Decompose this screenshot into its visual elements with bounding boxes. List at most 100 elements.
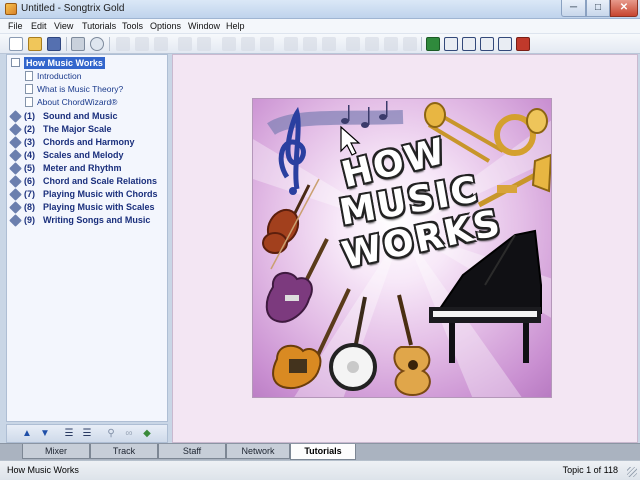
tutorial-score-icon[interactable] — [498, 37, 512, 51]
menu-window[interactable]: Window — [188, 21, 220, 31]
tree-chapter-7[interactable]: (7) Playing Music with Chords — [7, 188, 167, 201]
print-preview-icon[interactable] — [90, 37, 104, 51]
tutorial-list-icon[interactable] — [444, 37, 458, 51]
chapter-icon — [9, 201, 22, 214]
tree-chapter-4[interactable]: (4) Scales and Melody — [7, 149, 167, 162]
chords-icon[interactable] — [346, 37, 360, 51]
tree-nav-strip: ▲ ▼ ☰ ☰ ⚲ ∞ ◆ — [6, 424, 168, 443]
tutorial-tree[interactable]: How Music Works Introduction What is Mus… — [6, 54, 168, 422]
tutorial-scales-icon[interactable] — [516, 37, 530, 51]
maximize-button[interactable]: □ — [586, 0, 610, 17]
tree-page-label: Introduction — [37, 71, 82, 81]
menu-options[interactable]: Options — [150, 21, 181, 31]
title-bar: Untitled - Songtrix Gold ─ □ ✕ — [0, 0, 640, 19]
chapter-number: (7) — [24, 189, 35, 199]
chapter-number: (4) — [24, 150, 35, 160]
expand-icon[interactable]: ☰ — [81, 428, 93, 440]
new-icon[interactable] — [9, 37, 23, 51]
page-icon — [25, 71, 33, 81]
view-grid-icon[interactable] — [303, 37, 317, 51]
bookmark-icon[interactable]: ◆ — [141, 428, 153, 440]
open-icon[interactable] — [28, 37, 42, 51]
metronome-icon[interactable] — [260, 37, 274, 51]
tree-chapter-6[interactable]: (6) Chord and Scale Relations — [7, 175, 167, 188]
toolbar-separator — [421, 37, 422, 51]
record-icon[interactable] — [241, 37, 255, 51]
tree-chapter-1[interactable]: (1) Sound and Music — [7, 110, 167, 123]
resize-grip[interactable] — [627, 467, 637, 477]
chapter-number: (9) — [24, 215, 35, 225]
tree-page-music-theory[interactable]: What is Music Theory? — [7, 83, 167, 95]
tree-root[interactable]: How Music Works — [7, 57, 167, 69]
chapter-number: (5) — [24, 163, 35, 173]
collapse-icon[interactable]: ☰ — [63, 428, 75, 440]
tree-page-about[interactable]: About ChordWizard® — [7, 96, 167, 108]
status-topic-count: Topic 1 of 118 — [562, 465, 618, 475]
menu-edit[interactable]: Edit — [31, 21, 47, 31]
cover-image: HOW MUSIC WORKS — [252, 98, 552, 398]
tree-chapter-8[interactable]: (8) Playing Music with Scales — [7, 201, 167, 214]
copy-icon[interactable] — [135, 37, 149, 51]
play-icon[interactable] — [222, 37, 236, 51]
chapter-number: (3) — [24, 137, 35, 147]
tree-root-label: How Music Works — [24, 57, 105, 69]
tree-chapter-2[interactable]: (2) The Major Scale — [7, 123, 167, 136]
search-icon[interactable]: ⚲ — [105, 428, 117, 440]
track-icon[interactable] — [365, 37, 379, 51]
view-score-icon[interactable] — [284, 37, 298, 51]
chapter-number: (8) — [24, 202, 35, 212]
print-icon[interactable] — [71, 37, 85, 51]
chapter-icon — [9, 162, 22, 175]
tree-page-label: What is Music Theory? — [37, 84, 124, 94]
minimize-button[interactable]: ─ — [561, 0, 586, 17]
tutorial-home-icon[interactable] — [426, 37, 440, 51]
chapter-icon — [9, 214, 22, 227]
menu-tutorials[interactable]: Tutorials — [82, 21, 116, 31]
tab-track[interactable]: Track — [90, 444, 158, 459]
menu-help[interactable]: Help — [226, 21, 245, 31]
toolbar — [0, 34, 640, 54]
tree-chapter-5[interactable]: (5) Meter and Rhythm — [7, 162, 167, 175]
toolbar-separator — [66, 37, 67, 51]
app-icon[interactable] — [5, 3, 17, 15]
chapter-label: Meter and Rhythm — [43, 163, 122, 173]
tutorial-content: HOW MUSIC WORKS — [172, 54, 638, 443]
tab-tutorials[interactable]: Tutorials — [290, 444, 356, 460]
chapter-icon — [9, 149, 22, 162]
lock-icon[interactable] — [403, 37, 417, 51]
tab-network[interactable]: Network — [226, 444, 290, 459]
view-tabs: Mixer Track Staff Network Tutorials — [0, 443, 640, 460]
save-icon[interactable] — [47, 37, 61, 51]
scales-icon[interactable] — [384, 37, 398, 51]
book-icon — [11, 58, 20, 67]
status-bar: How Music Works Topic 1 of 118 — [0, 460, 640, 480]
link-icon[interactable]: ∞ — [123, 428, 135, 440]
menu-tools[interactable]: Tools — [122, 21, 143, 31]
tree-chapter-3[interactable]: (3) Chords and Harmony — [7, 136, 167, 149]
notes-icon[interactable] — [322, 37, 336, 51]
menu-file[interactable]: File — [8, 21, 23, 31]
tab-mixer[interactable]: Mixer — [22, 444, 90, 459]
chapter-icon — [9, 175, 22, 188]
tree-chapter-9[interactable]: (9) Writing Songs and Music — [7, 214, 167, 227]
acoustic-guitar-icon — [393, 294, 431, 397]
window-title: Untitled - Songtrix Gold — [21, 3, 125, 14]
chapter-label: Chord and Scale Relations — [43, 176, 158, 186]
tutorial-music-icon[interactable] — [480, 37, 494, 51]
cut-icon[interactable] — [116, 37, 130, 51]
arrow-up-icon[interactable]: ▲ — [21, 428, 33, 440]
menu-view[interactable]: View — [54, 21, 73, 31]
undo-icon[interactable] — [178, 37, 192, 51]
tab-staff[interactable]: Staff — [158, 444, 226, 459]
page-icon — [25, 84, 33, 94]
chapter-label: Chords and Harmony — [43, 137, 135, 147]
redo-icon[interactable] — [197, 37, 211, 51]
close-button[interactable]: ✕ — [610, 0, 638, 17]
tutorial-notes-icon[interactable] — [462, 37, 476, 51]
arrow-down-icon[interactable]: ▼ — [39, 428, 51, 440]
chapter-icon — [9, 110, 22, 123]
chapter-number: (1) — [24, 111, 35, 121]
paste-icon[interactable] — [154, 37, 168, 51]
chapter-icon — [9, 136, 22, 149]
tree-page-introduction[interactable]: Introduction — [7, 70, 167, 82]
